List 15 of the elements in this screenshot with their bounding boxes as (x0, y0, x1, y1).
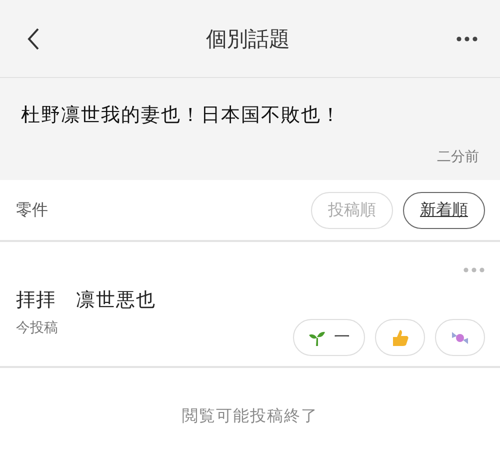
reply-count: 零件 (16, 200, 48, 220)
more-icon (456, 36, 478, 42)
back-icon (26, 26, 40, 50)
comment-time: 今投稿 (16, 319, 58, 337)
post-time: 二分前 (437, 148, 479, 166)
page-title: 個別話題 (206, 26, 290, 52)
topic-text: 杜野凛世我的妻也！日本国不敗也！ (21, 103, 342, 128)
more-icon[interactable] (463, 267, 485, 273)
thumbs-up-icon (390, 328, 410, 348)
reaction-button[interactable] (375, 319, 425, 356)
sort-button[interactable]: 新着順 (403, 192, 485, 228)
reaction-button[interactable]: 一 (293, 319, 365, 356)
end-message: 閲覧可能投稿終了 (181, 406, 319, 427)
comment-text: 拝拝 凛世悪也 (16, 288, 157, 313)
reaction-button[interactable] (435, 319, 485, 356)
